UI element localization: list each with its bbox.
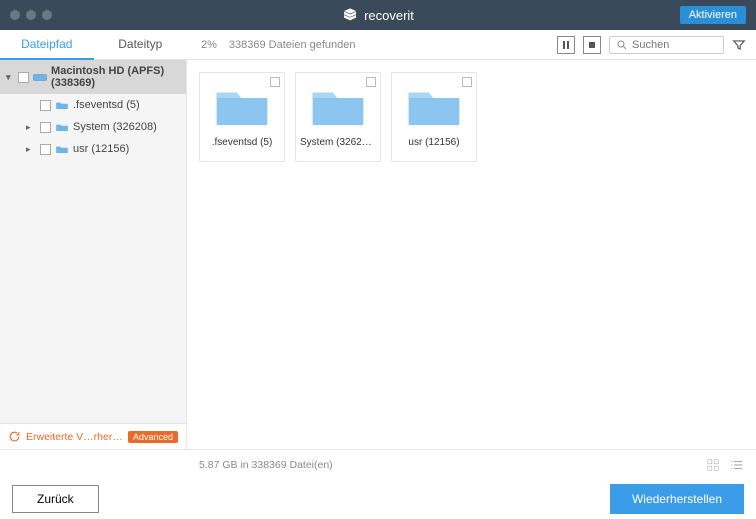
activate-button[interactable]: Aktivieren [680,6,746,24]
search-icon [616,39,628,51]
scan-status: 2% 338369 Dateien gefunden [187,39,557,51]
pause-button[interactable] [557,36,575,54]
tabs: Dateipfad Dateityp [0,30,187,60]
tab-type[interactable]: Dateityp [94,30,188,60]
tree-root[interactable]: ▾ Macintosh HD (APFS) (338369) [0,60,186,94]
caret-right-icon[interactable]: ▸ [26,122,36,133]
back-button[interactable]: Zurück [12,485,99,513]
folder-label: System (326208) [296,137,380,148]
advanced-row[interactable]: Erweiterte V…rherstellung Advanced [0,423,186,449]
checkbox[interactable] [18,72,29,83]
folder-label: usr (12156) [392,137,476,148]
advanced-badge: Advanced [128,431,178,443]
scan-percent: 2% [201,39,217,51]
titlebar: recoverit Aktivieren [0,0,756,30]
checkbox[interactable] [462,77,472,87]
folder-icon [213,85,271,129]
maximize-dot[interactable] [42,10,52,20]
brand: recoverit [342,7,414,23]
folder-icon [55,100,69,111]
sidebar: ▾ Macintosh HD (APFS) (338369) .fsevents… [0,60,187,449]
tree-item[interactable]: ▸ System (326208) [0,116,186,138]
tree-root-label: Macintosh HD (APFS) (338369) [51,65,180,89]
grid-view-icon[interactable] [706,458,720,472]
filter-icon[interactable] [732,38,746,52]
caret-right-icon[interactable]: ▸ [26,144,36,155]
list-view-icon[interactable] [730,458,744,472]
footer-actions: Zurück Wiederherstellen [0,479,756,519]
brand-text: recoverit [364,8,414,23]
tree-item[interactable]: .fseventsd (5) [0,94,186,116]
pause-icon [562,41,570,49]
toolbar: Dateipfad Dateityp 2% 338369 Dateien gef… [0,30,756,60]
window-controls [10,10,52,20]
checkbox[interactable] [40,122,51,133]
refresh-icon [8,430,21,443]
minimize-dot[interactable] [26,10,36,20]
brand-icon [342,7,358,23]
folder-card[interactable]: System (326208) [295,72,381,162]
folder-icon [55,122,69,133]
tree: ▾ Macintosh HD (APFS) (338369) .fsevents… [0,60,186,423]
folder-card[interactable]: .fseventsd (5) [199,72,285,162]
toolbar-right [557,36,756,54]
stop-button[interactable] [583,36,601,54]
folder-card[interactable]: usr (12156) [391,72,477,162]
recover-button[interactable]: Wiederherstellen [610,484,744,514]
checkbox[interactable] [40,100,51,111]
search-input[interactable] [632,39,712,51]
checkbox[interactable] [40,144,51,155]
view-icons [706,458,744,472]
advanced-label: Erweiterte V…rherstellung [26,431,123,443]
footer-text: 5.87 GB in 338369 Datei(en) [199,459,333,471]
checkbox[interactable] [270,77,280,87]
tab-path[interactable]: Dateipfad [0,30,94,60]
stop-icon [588,41,596,49]
tree-item[interactable]: ▸ usr (12156) [0,138,186,160]
footer-info: 5.87 GB in 338369 Datei(en) [0,449,756,479]
checkbox[interactable] [366,77,376,87]
main: ▾ Macintosh HD (APFS) (338369) .fsevents… [0,60,756,449]
tree-item-label: .fseventsd (5) [73,99,140,111]
caret-down-icon[interactable]: ▾ [6,72,14,83]
folder-icon [309,85,367,129]
scan-count: 338369 Dateien gefunden [229,39,356,51]
folder-label: .fseventsd (5) [200,137,284,148]
folder-grid: .fseventsd (5) System (326208) usr (1215… [199,72,744,162]
search-box[interactable] [609,36,724,54]
close-dot[interactable] [10,10,20,20]
folder-icon [405,85,463,129]
content: .fseventsd (5) System (326208) usr (1215… [187,60,756,449]
folder-icon [55,144,69,155]
tree-item-label: usr (12156) [73,143,129,155]
disk-icon [33,72,47,83]
tree-item-label: System (326208) [73,121,157,133]
